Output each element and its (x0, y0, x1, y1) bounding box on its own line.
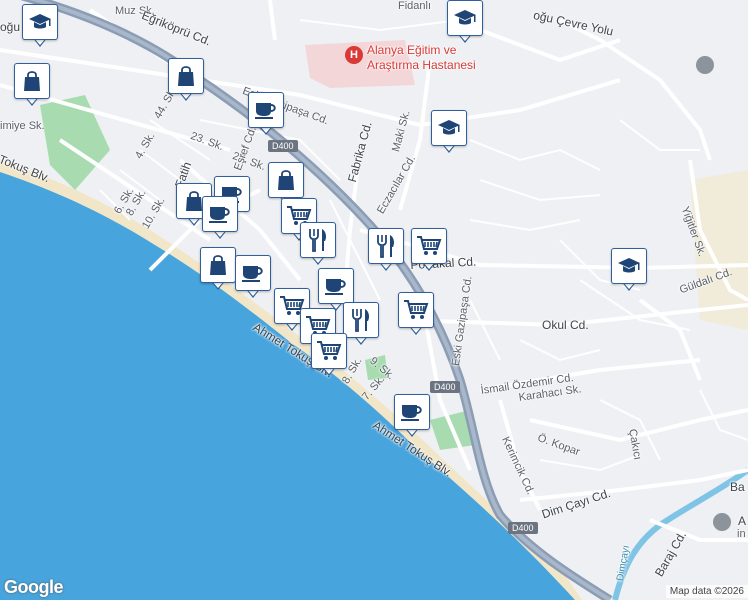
restaurant-icon (350, 308, 372, 332)
street-label: imiye Sk. (0, 120, 45, 132)
map-pin-shopping-bag[interactable] (168, 58, 204, 104)
street-label: Ba (730, 480, 745, 494)
hospital-icon[interactable]: H (345, 46, 363, 64)
map-pin-shopping-bag[interactable] (200, 247, 236, 293)
coffee-icon (208, 204, 232, 224)
map-pin-restaurant[interactable] (343, 302, 379, 348)
street-label: in (737, 528, 746, 540)
street-label: Fidanlı (398, 0, 432, 12)
map-pin-school[interactable] (447, 0, 483, 46)
coffee-icon (324, 276, 348, 296)
map-pin-coffee[interactable] (248, 92, 284, 138)
map-pin-coffee[interactable] (394, 394, 430, 440)
highway-shield: D400 (508, 522, 538, 534)
map-pin-coffee[interactable] (235, 255, 271, 301)
google-logo[interactable]: Google (4, 577, 64, 598)
shopping-bag-icon (276, 169, 296, 191)
map-pin-cart[interactable] (411, 228, 447, 274)
map-base (0, 0, 748, 600)
street-label: Okul Cd. (542, 318, 589, 332)
school-icon (617, 256, 641, 276)
school-icon (437, 118, 461, 138)
street-label: A (738, 514, 747, 528)
coffee-icon (400, 402, 424, 422)
shopping-bag-icon (208, 254, 228, 276)
map-pin-shopping-bag[interactable] (14, 63, 50, 109)
cart-icon (416, 235, 442, 257)
highway-shield: D400 (268, 140, 298, 152)
restaurant-icon (307, 228, 329, 252)
map-pin-coffee[interactable] (202, 196, 238, 242)
school-icon (453, 8, 477, 28)
highway-shield: D400 (430, 381, 460, 393)
map-canvas[interactable]: H Alanya Eğitim ve Araştırma Hastanesi D… (0, 0, 748, 600)
hospital-label[interactable]: Alanya Eğitim ve Araştırma Hastanesi (367, 43, 507, 73)
cart-icon (403, 299, 429, 321)
map-pin-school[interactable] (431, 110, 467, 156)
school-icon (28, 12, 52, 32)
map-pin-school[interactable] (611, 248, 647, 294)
map-pin-cart[interactable] (398, 292, 434, 338)
coffee-icon (241, 263, 265, 283)
shopping-bag-icon (22, 70, 42, 92)
map-pin-restaurant[interactable] (300, 222, 336, 268)
restaurant-icon (375, 234, 397, 258)
cart-icon (316, 340, 342, 362)
shopping-bag-icon (184, 190, 204, 212)
map-pin-cart[interactable] (311, 333, 347, 379)
shopping-bag-icon (176, 65, 196, 87)
coffee-icon (254, 100, 278, 120)
map-pin-restaurant[interactable] (368, 228, 404, 274)
map-attribution[interactable]: Map data ©2026 (665, 585, 748, 598)
map-pin-school[interactable] (22, 4, 58, 50)
